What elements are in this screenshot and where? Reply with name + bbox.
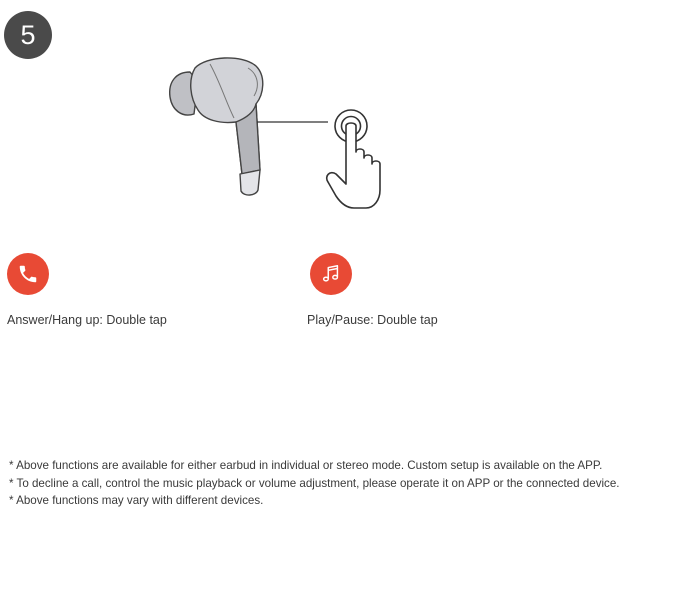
tap-hand-icon — [325, 109, 381, 209]
notes-section: * Above functions are available for eith… — [6, 459, 666, 509]
phone-icon — [7, 253, 49, 295]
note-item: * Above functions are available for eith… — [9, 459, 603, 472]
earbud-illustration — [169, 57, 381, 209]
note-item: * Above functions may vary with differen… — [9, 494, 264, 507]
step-number-badge: 5 — [4, 11, 52, 59]
earbud-icon — [169, 57, 264, 196]
answer-hangup-label: Answer/Hang up: Double tap — [7, 313, 167, 327]
play-pause-label: Play/Pause: Double tap — [307, 313, 438, 327]
note-item: * To decline a call, control the music p… — [9, 476, 620, 490]
music-note-icon — [310, 253, 352, 295]
